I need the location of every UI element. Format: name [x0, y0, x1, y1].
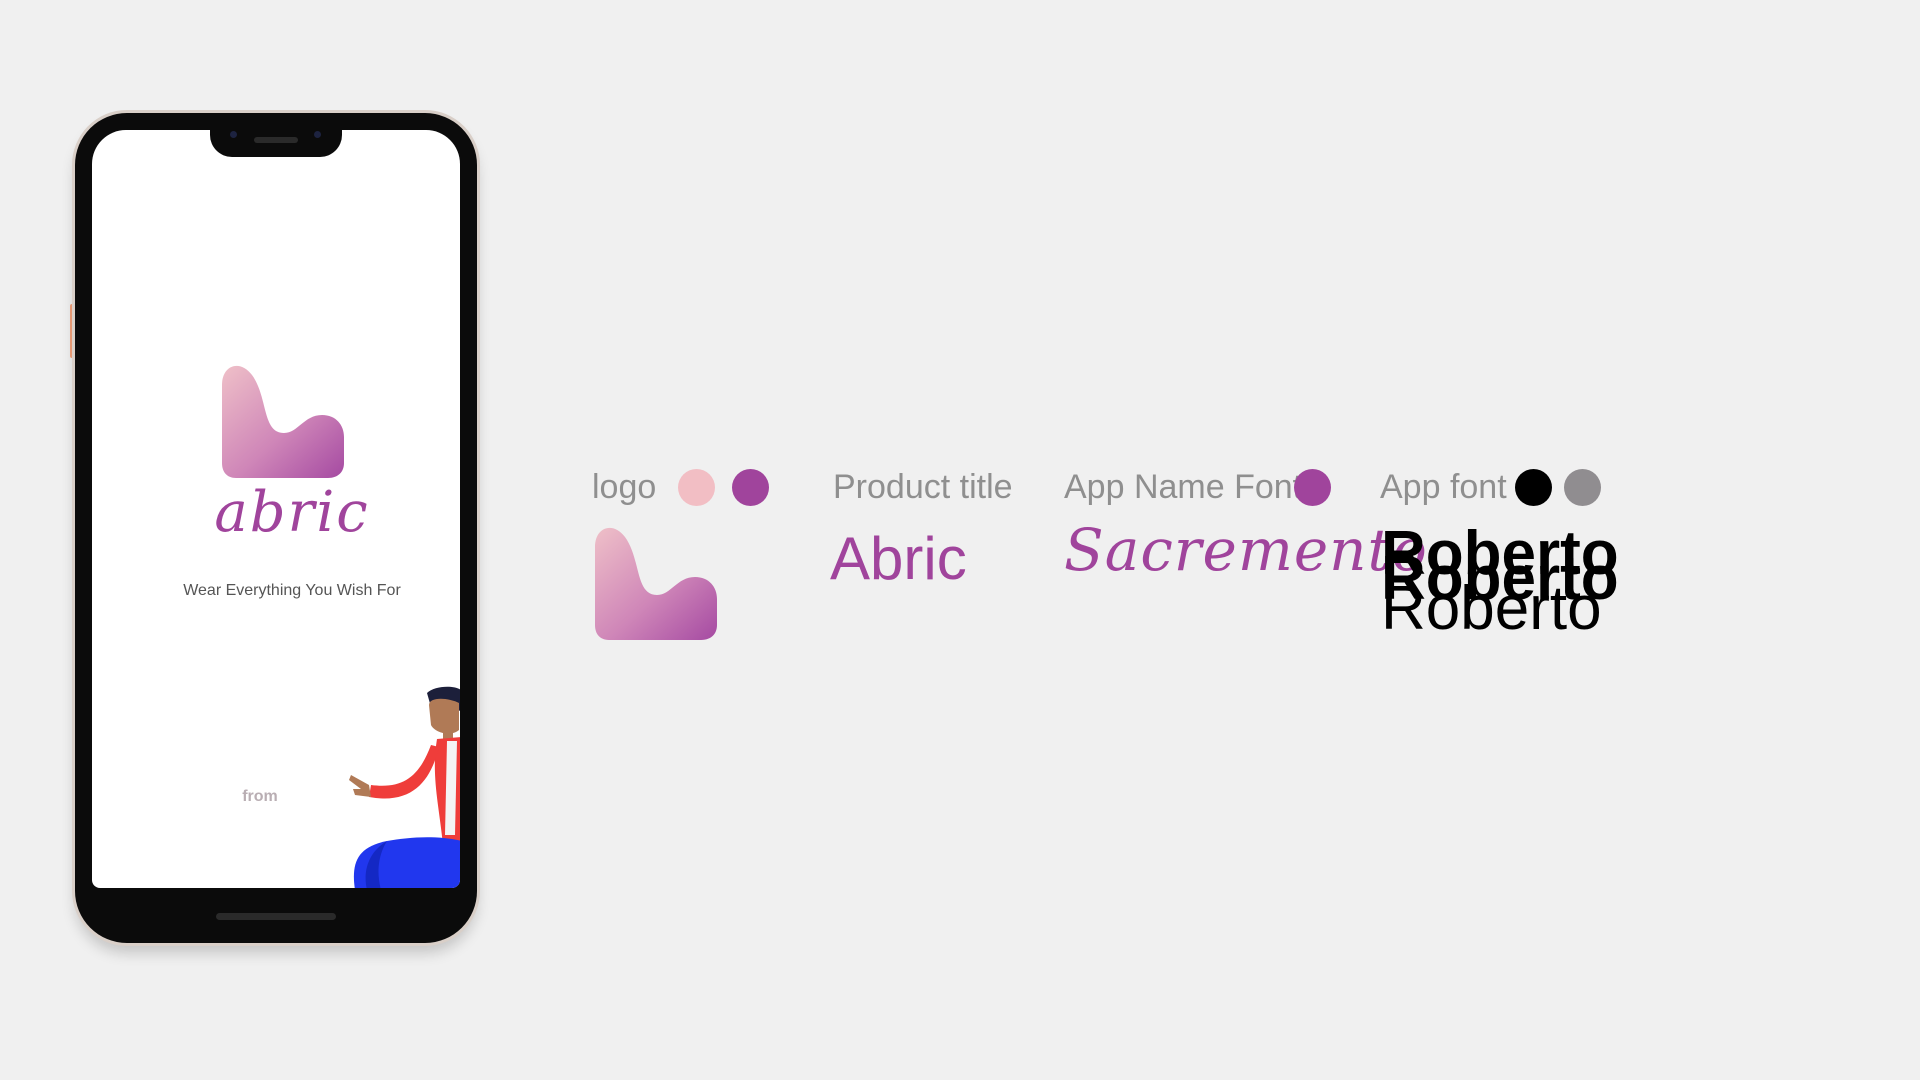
app-name-font-color-swatch	[1294, 469, 1331, 506]
logo-label: logo	[592, 468, 657, 506]
abric-logo-icon	[222, 365, 344, 478]
app-font-color-swatch-gray	[1564, 469, 1601, 506]
front-camera-icon	[230, 131, 237, 138]
sensor-icon	[314, 131, 321, 138]
splash-screen: abric Wear Everything You Wish For from	[92, 130, 460, 888]
speaker-grille	[254, 137, 298, 143]
app-font-sample-bold: Roberto	[1381, 519, 1619, 588]
home-indicator	[216, 913, 336, 920]
product-title-sample: Abric	[830, 525, 967, 592]
phone-mockup: abric Wear Everything You Wish For from	[75, 113, 477, 943]
app-name-font-label: App Name Font	[1064, 468, 1303, 506]
product-title-label: Product title	[833, 468, 1013, 506]
person-illustration	[349, 686, 460, 888]
app-font-label: App font	[1380, 468, 1507, 506]
app-name-font-sample: Sacremento	[1064, 516, 1428, 584]
app-font-color-swatch-black	[1515, 469, 1552, 506]
app-tagline: Wear Everything You Wish For	[183, 582, 401, 599]
logo-color-swatch-dark	[732, 469, 769, 506]
logo-color-swatch-light	[678, 469, 715, 506]
app-name: abric	[214, 480, 370, 545]
abric-logo-icon	[595, 527, 717, 640]
phone-notch	[210, 113, 342, 157]
phone-side-detail	[72, 500, 74, 516]
